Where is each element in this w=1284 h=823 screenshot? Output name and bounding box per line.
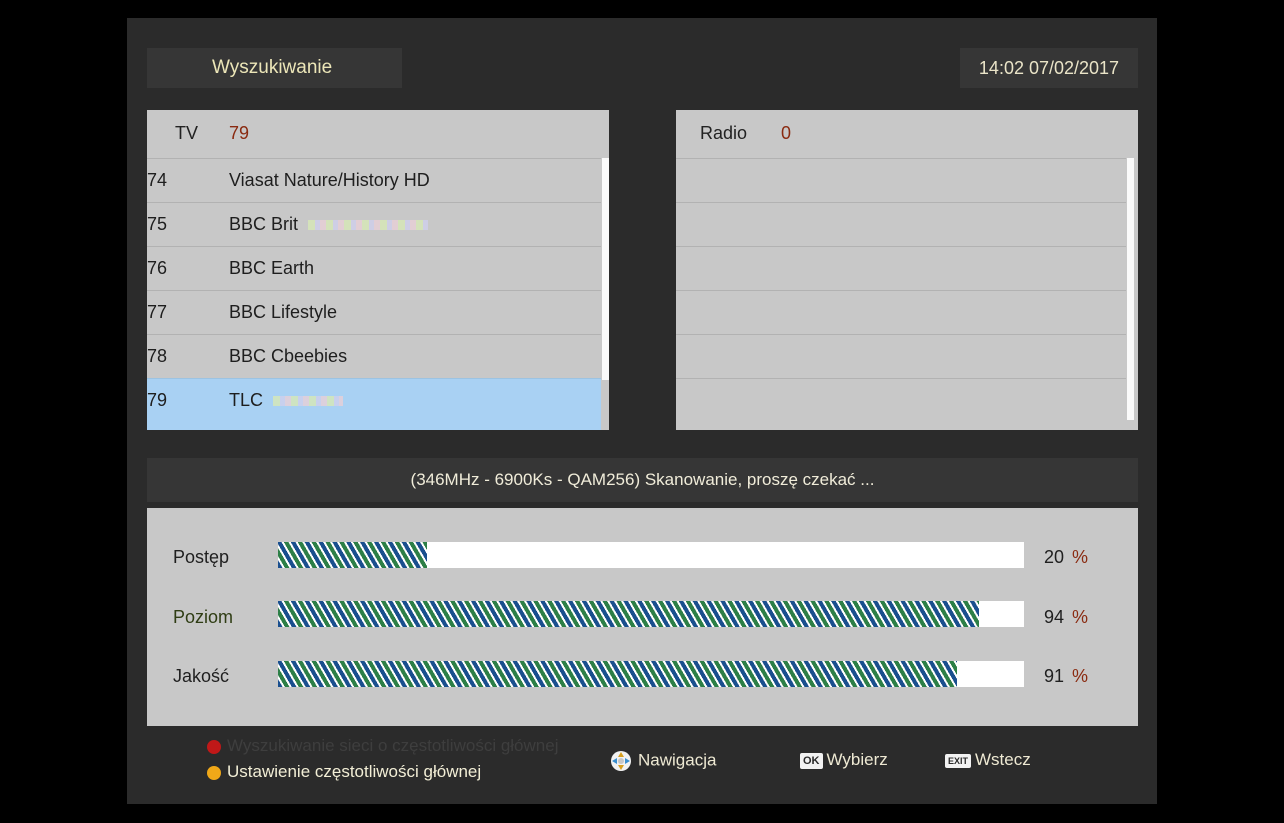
progress-fill	[278, 542, 428, 568]
radio-row-empty	[676, 158, 1126, 202]
channel-number: 77	[147, 302, 168, 322]
channel-row[interactable]: 77 BBC Lifestyle	[147, 290, 601, 334]
scan-status: (346MHz - 6900Ks - QAM256) Skanowanie, p…	[147, 458, 1138, 502]
signal-noise	[273, 396, 344, 407]
tv-list-header: TV 79	[147, 110, 609, 158]
level-bar	[278, 601, 1024, 627]
channel-number: 74	[147, 170, 168, 190]
yellow-button-icon	[207, 765, 221, 780]
radio-list-scrollbar[interactable]	[1127, 158, 1134, 420]
radio-row-empty	[676, 290, 1126, 334]
radio-row-empty	[676, 246, 1126, 290]
exit-key-icon: EXIT	[945, 753, 972, 768]
channel-name: Viasat Nature/History HD	[229, 170, 430, 190]
channel-number: 79	[147, 390, 168, 410]
radio-row-empty	[676, 378, 1126, 422]
progress-label: Postęp	[173, 547, 230, 567]
channel-number: 75	[147, 214, 168, 234]
ok-hint[interactable]: OK Wybierz	[800, 750, 888, 770]
channel-number: 76	[147, 258, 168, 278]
channel-row[interactable]: 75 BBC Brit	[147, 202, 601, 246]
red-button-icon	[207, 739, 221, 754]
exit-hint[interactable]: EXIT Wstecz	[945, 750, 1031, 770]
tv-channel-list[interactable]: TV 79 74 Viasat Nature/History HD 75 BBC…	[147, 110, 609, 430]
dpad-icon	[611, 751, 631, 771]
quality-bar	[278, 661, 1024, 687]
clock: 14:02 07/02/2017	[960, 48, 1138, 88]
tv-list-scrollbar[interactable]	[602, 158, 609, 380]
tv-count: 79	[229, 123, 250, 143]
quality-value: 91%	[1044, 666, 1089, 686]
signal-meters: Postęp 20% Poziom 94% Jakość 91%	[147, 508, 1138, 726]
radio-count: 0	[781, 123, 792, 143]
radio-channel-list[interactable]: Radio 0	[676, 110, 1138, 430]
channel-row[interactable]: 74 Viasat Nature/History HD	[147, 158, 601, 202]
radio-row-empty	[676, 334, 1126, 378]
page-title: Wyszukiwanie	[147, 48, 402, 88]
scan-screen: Wyszukiwanie 14:02 07/02/2017 TV 79 74 V…	[127, 18, 1157, 804]
channel-name: BBC Brit	[229, 203, 429, 245]
level-label: Poziom	[173, 607, 234, 627]
ok-key-icon: OK	[800, 752, 823, 769]
channel-row-selected[interactable]: 79 TLC	[147, 378, 601, 430]
channel-name: TLC	[229, 379, 344, 421]
level-fill	[278, 601, 980, 627]
radio-row-empty	[676, 202, 1126, 246]
quality-fill	[278, 661, 957, 687]
navigation-hint: Nawigacja	[610, 750, 716, 772]
signal-noise	[308, 220, 429, 231]
channel-name: BBC Lifestyle	[229, 302, 338, 322]
channel-name: BBC Cbeebies	[229, 346, 348, 366]
channel-name: BBC Earth	[229, 258, 315, 278]
progress-value: 20%	[1044, 547, 1089, 567]
progress-bar	[278, 542, 1024, 568]
channel-number: 78	[147, 346, 168, 366]
tv-label: TV	[175, 123, 199, 143]
channel-row[interactable]: 76 BBC Earth	[147, 246, 601, 290]
red-key-hint[interactable]: Wyszukiwanie sieci o częstotliwości głów…	[207, 736, 558, 756]
radio-label: Radio	[700, 123, 748, 143]
quality-label: Jakość	[173, 666, 230, 686]
level-value: 94%	[1044, 607, 1089, 627]
radio-list-header: Radio 0	[676, 110, 1138, 158]
channel-row[interactable]: 78 BBC Cbeebies	[147, 334, 601, 378]
orange-key-hint[interactable]: Ustawienie częstotliwości głównej	[207, 762, 481, 782]
